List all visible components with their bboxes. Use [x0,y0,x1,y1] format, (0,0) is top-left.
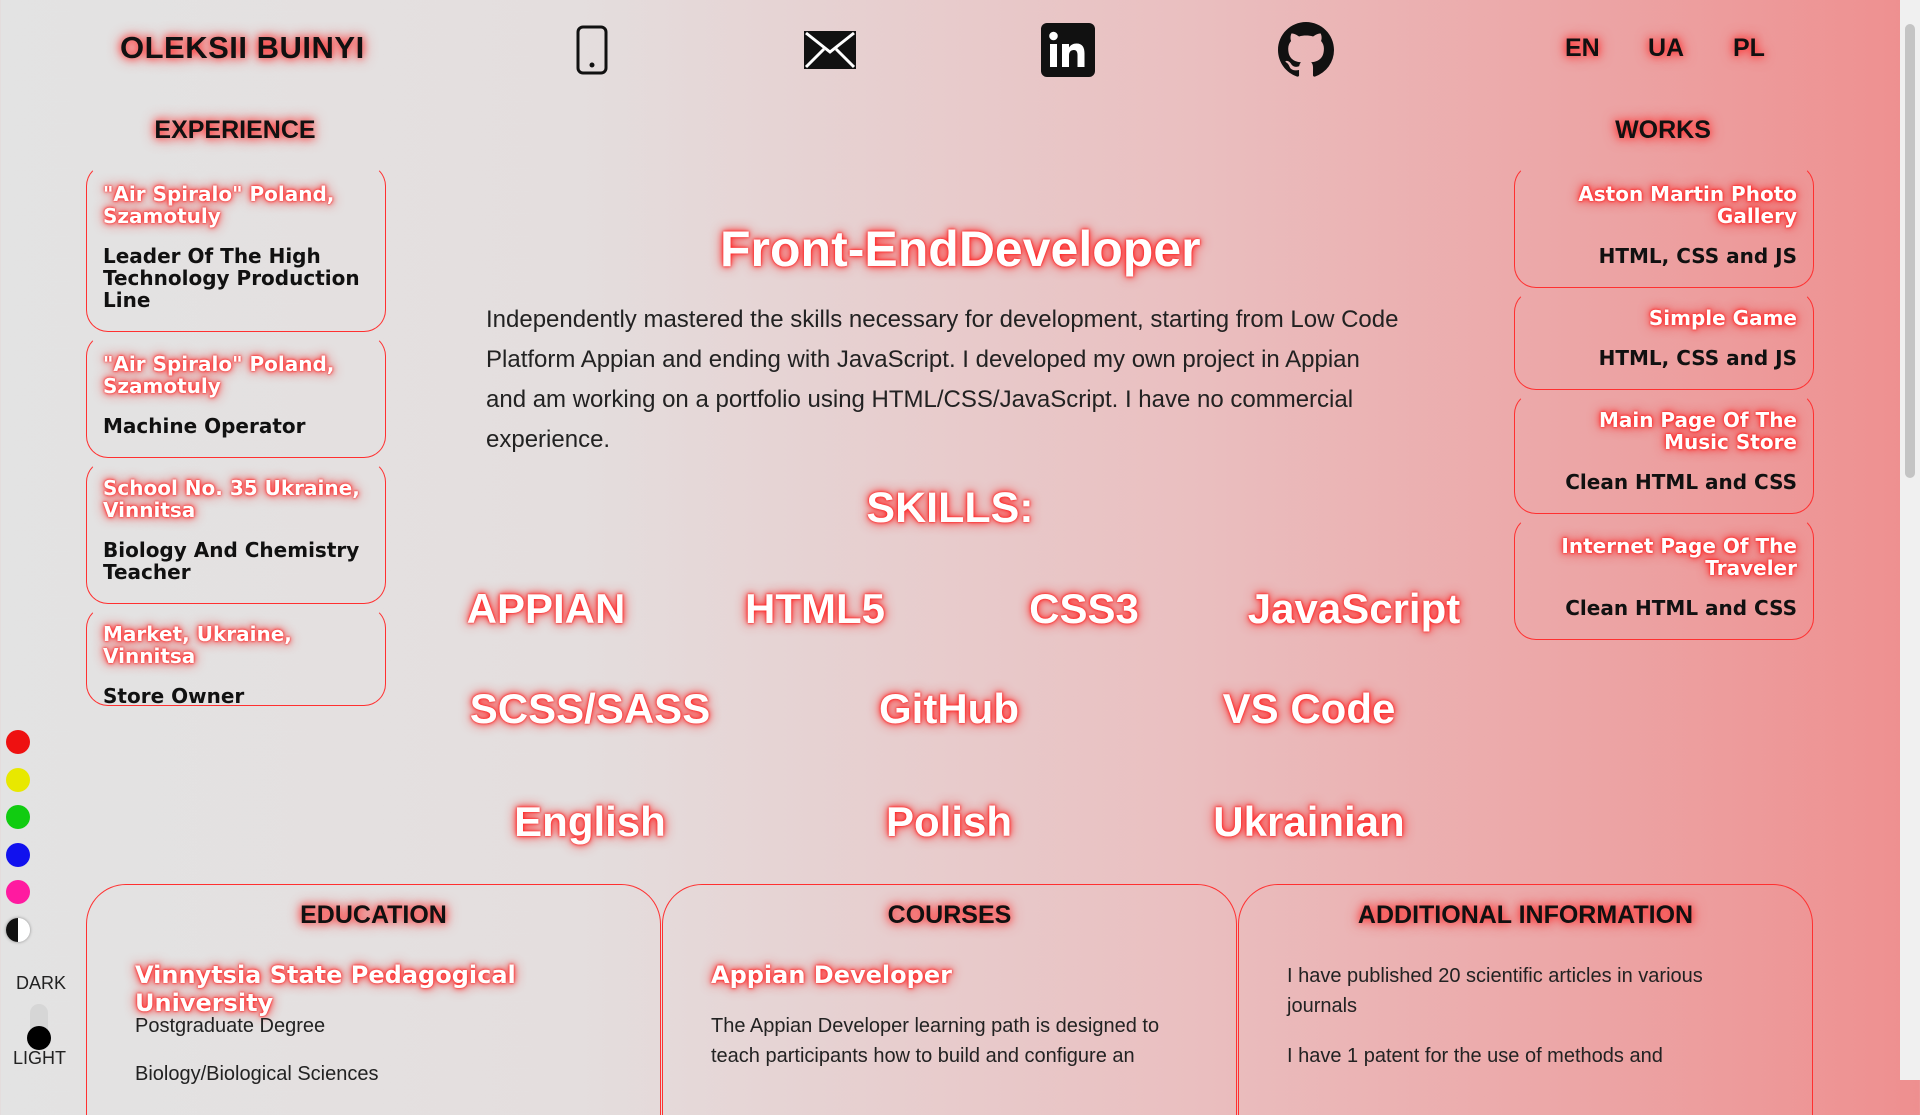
work-card[interactable]: Simple Game HTML, CSS and JS [1514,290,1814,390]
courses-panel: COURSES Appian Developer The Appian Deve… [662,884,1237,1115]
experience-card: Market, Ukraine, Vinnitsa Store Owner [86,606,386,708]
education-heading: EDUCATION [300,901,447,929]
mail-icon[interactable] [802,22,858,78]
theme-color-yellow[interactable] [6,768,30,792]
experience-card: "Air Spiralo" Poland, Szamotuly Leader O… [86,164,386,332]
skill-scss-sass: SCSS/SASS [469,685,711,732]
skill-appian: APPIAN [466,585,626,632]
additional-info-panel: ADDITIONAL INFORMATION I have published … [1238,884,1813,1115]
work-tech: HTML, CSS and JS [1598,346,1797,370]
skill-github: GitHub [879,685,1019,732]
courses-heading: COURSES [887,901,1012,929]
work-title[interactable]: Aston Martin Photo Gallery [1515,183,1813,227]
lang-en-button[interactable]: EN [1565,34,1600,63]
work-title[interactable]: Internet Page Of The Traveler [1515,535,1813,579]
experience-role: Store Owner [103,684,245,708]
experience-role: Machine Operator [103,414,306,438]
page-scrollbar[interactable] [1900,0,1920,1080]
scrollbar-thumb[interactable] [1905,24,1915,478]
skill-ukrainian: Ukrainian [1213,798,1405,845]
phone-icon[interactable] [564,22,620,78]
education-field: Biology/Biological Sciences [135,1063,379,1085]
site-owner-name: OLEKSII BUINYI [120,30,365,65]
additional-info-line: I have published 20 scientific articles … [1287,965,1703,1017]
course-description: The Appian Developer learning path is de… [711,1015,1160,1067]
contrast-icon[interactable] [6,918,30,942]
experience-role: Leader Of The High Technology Production… [103,244,360,312]
works-heading: WORKS [1615,116,1711,144]
theme-color-blue[interactable] [6,843,30,867]
skills-heading: SKILLS: [866,484,1034,532]
skill-vs-code: VS Code [1222,685,1396,732]
education-degree: Postgraduate Degree [135,1015,326,1037]
skill-html5: HTML5 [745,585,885,632]
skill-polish: Polish [885,798,1013,845]
theme-mode-toggle[interactable] [27,1004,51,1050]
intro-paragraph: Independently mastered the skills necess… [486,306,1399,453]
work-card[interactable]: Internet Page Of The Traveler Clean HTML… [1514,516,1814,640]
theme-color-red[interactable] [6,730,30,754]
github-icon[interactable] [1278,22,1334,78]
lang-ua-button[interactable]: UA [1648,34,1684,63]
additional-info-line: I have 1 patent for the use of methods a… [1287,1045,1663,1067]
course-name: Appian Developer [711,961,952,989]
work-title[interactable]: Main Page Of The Music Store [1515,409,1813,453]
experience-role: Biology And Chemistry Teacher [103,538,360,584]
dark-mode-label: DARK [16,973,67,993]
lang-pl-button[interactable]: PL [1733,34,1765,63]
work-title[interactable]: Simple Game [1515,307,1813,329]
education-panel: EDUCATION Vinnytsia State Pedagogical Un… [86,884,661,1115]
work-tech: Clean HTML and CSS [1565,596,1797,620]
experience-place: Market, Ukraine, Vinnitsa [103,622,292,668]
skill-english: English [514,798,666,845]
theme-color-green[interactable] [6,805,30,829]
page-title: Front-EndDeveloper [720,221,1201,277]
education-school: Vinnytsia State Pedagogical University [135,961,516,1017]
experience-card: "Air Spiralo" Poland, Szamotuly Machine … [86,334,386,458]
experience-heading: EXPERIENCE [154,116,316,144]
theme-color-pink[interactable] [6,880,30,904]
experience-place: "Air Spiralo" Poland, Szamotuly [103,352,335,398]
experience-place: "Air Spiralo" Poland, Szamotuly [103,182,335,228]
toggle-knob[interactable] [27,1026,51,1050]
work-tech: HTML, CSS and JS [1598,244,1797,268]
linkedin-icon[interactable] [1040,22,1096,78]
additional-info-heading: ADDITIONAL INFORMATION [1357,901,1694,929]
light-mode-label: LIGHT [13,1048,67,1068]
skill-javascript: JavaScript [1247,585,1461,632]
work-card[interactable]: Aston Martin Photo Gallery HTML, CSS and… [1514,164,1814,288]
skill-css3: CSS3 [1029,585,1139,632]
